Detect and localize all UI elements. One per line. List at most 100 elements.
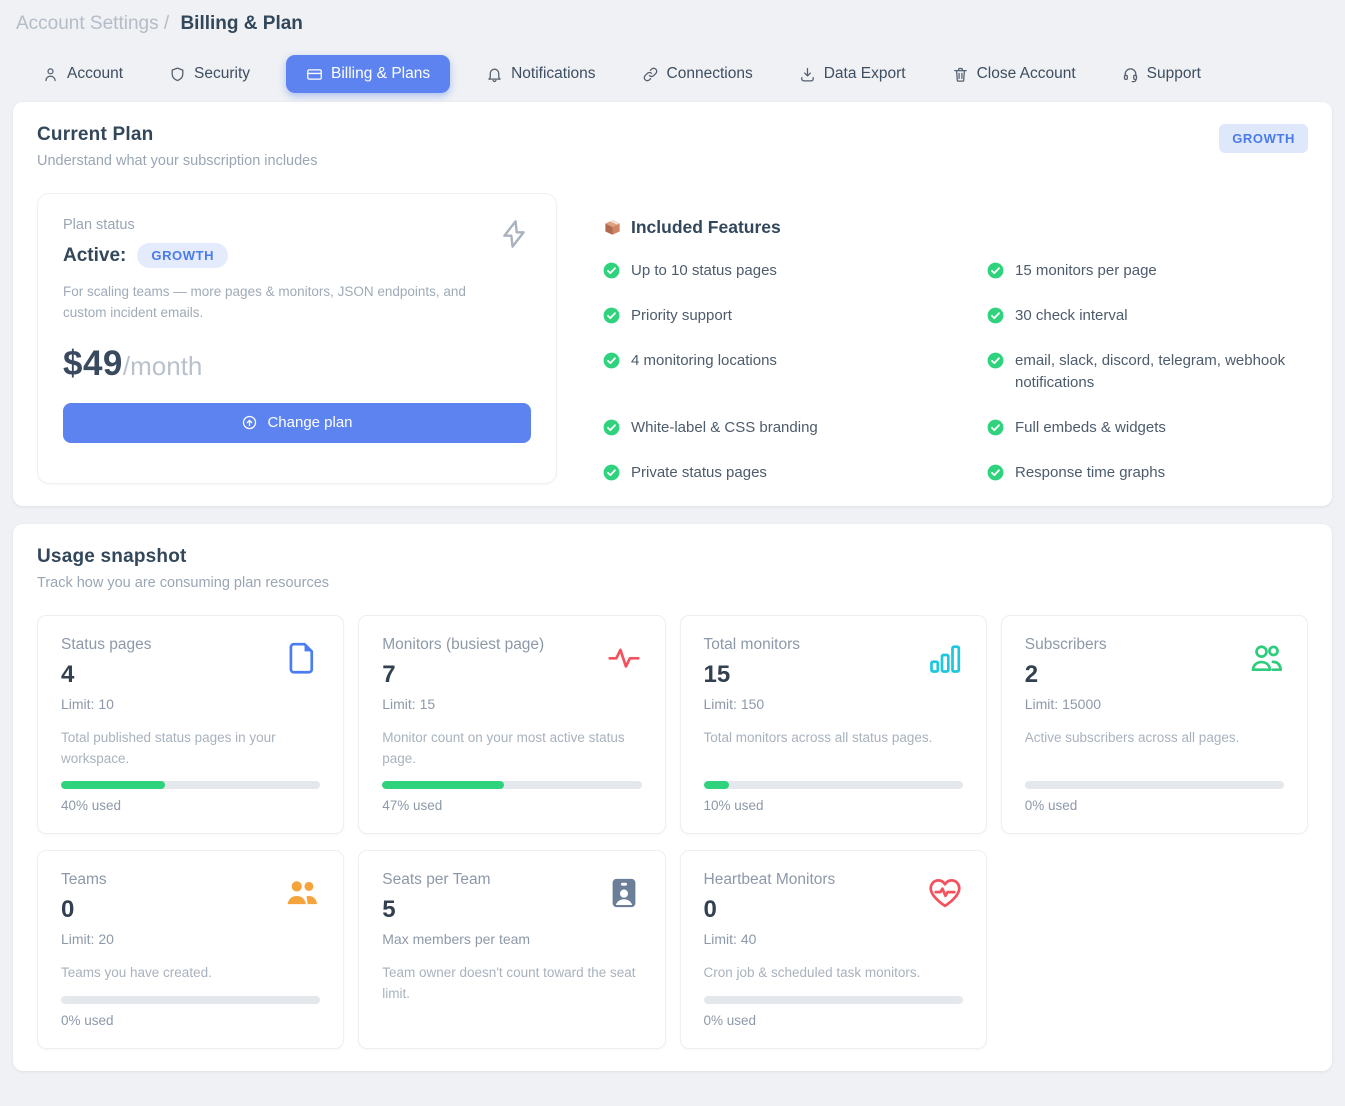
tab-security[interactable]: Security [159, 55, 260, 93]
tile-title: Status pages [61, 636, 151, 654]
tile-description: Active subscribers across all pages. [1025, 728, 1284, 748]
progress-track [382, 781, 641, 789]
breadcrumb: Account Settings / Billing & Plan [13, 0, 1332, 55]
feature-item: White-label & CSS branding [603, 417, 963, 439]
tab-support[interactable]: Support [1112, 55, 1211, 93]
tab-bar: Account Security Billing & Plans Notificati… [13, 55, 1332, 93]
tile-title: Monitors (busiest page) [382, 636, 544, 654]
bar-chart-icon [927, 640, 963, 676]
usage-progress: 0% used [61, 986, 320, 1028]
tile-percent-label: 0% used [61, 1013, 320, 1028]
feature-text: Up to 10 status pages [631, 260, 777, 282]
arrow-up-circle-icon [241, 414, 258, 431]
plan-price: $49 [63, 344, 123, 384]
tile-limit: Limit: 150 [704, 696, 800, 712]
tile-title: Teams [61, 871, 114, 889]
usage-tile-total-monitors: Total monitors15Limit: 150Total monitors… [680, 615, 987, 834]
breadcrumb-page: Billing & Plan [180, 13, 302, 34]
usage-tile-heartbeat-monitors: Heartbeat Monitors0Limit: 40Cron job & s… [680, 850, 987, 1049]
progress-fill [61, 781, 165, 789]
tile-limit: Limit: 10 [61, 696, 151, 712]
tile-limit: Limit: 20 [61, 931, 114, 947]
tile-percent-label: 40% used [61, 798, 320, 813]
tile-percent-label: 0% used [1025, 798, 1284, 813]
usage-tile-seats-per-team: Seats per Team5Max members per teamTeam … [358, 850, 665, 1049]
tab-label: Notifications [511, 65, 595, 83]
tile-description: Cron job & scheduled task monitors. [704, 963, 963, 983]
feature-item: 4 monitoring locations [603, 350, 963, 394]
check-icon [987, 262, 1004, 279]
tab-data-export[interactable]: Data Export [789, 55, 916, 93]
tab-close-account[interactable]: Close Account [942, 55, 1086, 93]
check-icon [603, 307, 620, 324]
tab-label: Connections [667, 65, 753, 83]
tab-label: Security [194, 65, 250, 83]
progress-fill [704, 781, 730, 789]
usage-tile-monitors-busiest-page: Monitors (busiest page)7Limit: 15Monitor… [358, 615, 665, 834]
tile-title: Subscribers [1025, 636, 1107, 654]
tile-value: 0 [704, 896, 836, 924]
feature-text: Private status pages [631, 462, 767, 484]
features-grid: Up to 10 status pages15 monitors per pag… [603, 260, 1303, 484]
plan-description: For scaling teams — more pages & monitor… [63, 282, 483, 324]
features-title: Included Features [631, 217, 781, 238]
feature-text: White-label & CSS branding [631, 417, 818, 439]
plan-status-label: Plan status [63, 217, 531, 233]
shield-icon [169, 66, 186, 83]
tab-notifications[interactable]: Notifications [476, 55, 605, 93]
tab-label: Close Account [977, 65, 1076, 83]
package-icon [603, 218, 622, 237]
usage-tile-status-pages: Status pages4Limit: 10Total published st… [37, 615, 344, 834]
feature-item: Priority support [603, 305, 963, 327]
progress-track [704, 996, 963, 1004]
tile-description: Team owner doesn't count toward the seat… [382, 963, 641, 1004]
check-icon [987, 352, 1004, 369]
tile-title: Seats per Team [382, 871, 530, 889]
id-badge-icon [606, 875, 642, 911]
check-icon [603, 352, 620, 369]
check-icon [603, 419, 620, 436]
users-outline-icon [1248, 640, 1284, 676]
plan-tier-badge: GROWTH [1219, 124, 1308, 153]
features-section: Included Features Up to 10 status pages1… [603, 193, 1308, 484]
bell-icon [486, 66, 503, 83]
tab-label: Support [1147, 65, 1201, 83]
pulse-icon [606, 640, 642, 676]
breadcrumb-section[interactable]: Account Settings / [16, 13, 169, 34]
usage-progress: 0% used [704, 986, 963, 1028]
tab-connections[interactable]: Connections [632, 55, 763, 93]
tab-billing-plans[interactable]: Billing & Plans [286, 55, 450, 93]
tile-description: Total monitors across all status pages. [704, 728, 963, 748]
plan-price-row: $49 /month [63, 344, 531, 384]
credit-card-icon [306, 66, 323, 83]
current-plan-subtitle: Understand what your subscription includ… [37, 153, 317, 169]
feature-text: Response time graphs [1015, 462, 1165, 484]
tile-value: 0 [61, 896, 114, 924]
usage-tile-subscribers: Subscribers 2 Limit: 15000 Active subscribe… [1001, 615, 1308, 834]
tile-limit: Limit: 15000 [1025, 696, 1107, 712]
usage-snapshot-card: Usage snapshot Track how you are consumi… [13, 524, 1332, 1071]
progress-fill [382, 781, 504, 789]
check-icon [987, 307, 1004, 324]
tab-label: Billing & Plans [331, 65, 430, 83]
tile-title: Total monitors [704, 636, 800, 654]
lightning-bolt-icon [498, 216, 530, 252]
plan-status-value: Active: [63, 245, 126, 267]
tile-value: 7 [382, 661, 544, 689]
file-icon [284, 640, 320, 676]
check-icon [987, 464, 1004, 481]
check-icon [603, 262, 620, 279]
usage-title: Usage snapshot [37, 546, 329, 568]
feature-item: 30 check interval [987, 305, 1303, 327]
usage-progress: 40% used [61, 771, 320, 813]
change-plan-button[interactable]: Change plan [63, 403, 531, 443]
tab-account[interactable]: Account [32, 55, 133, 93]
trash-icon [952, 66, 969, 83]
user-icon [42, 66, 59, 83]
feature-item: email, slack, discord, telegram, webhook… [987, 350, 1303, 394]
tab-label: Data Export [824, 65, 906, 83]
tab-label: Account [67, 65, 123, 83]
tile-value: 2 [1025, 661, 1107, 689]
change-plan-label: Change plan [267, 414, 352, 431]
tile-description: Teams you have created. [61, 963, 320, 983]
